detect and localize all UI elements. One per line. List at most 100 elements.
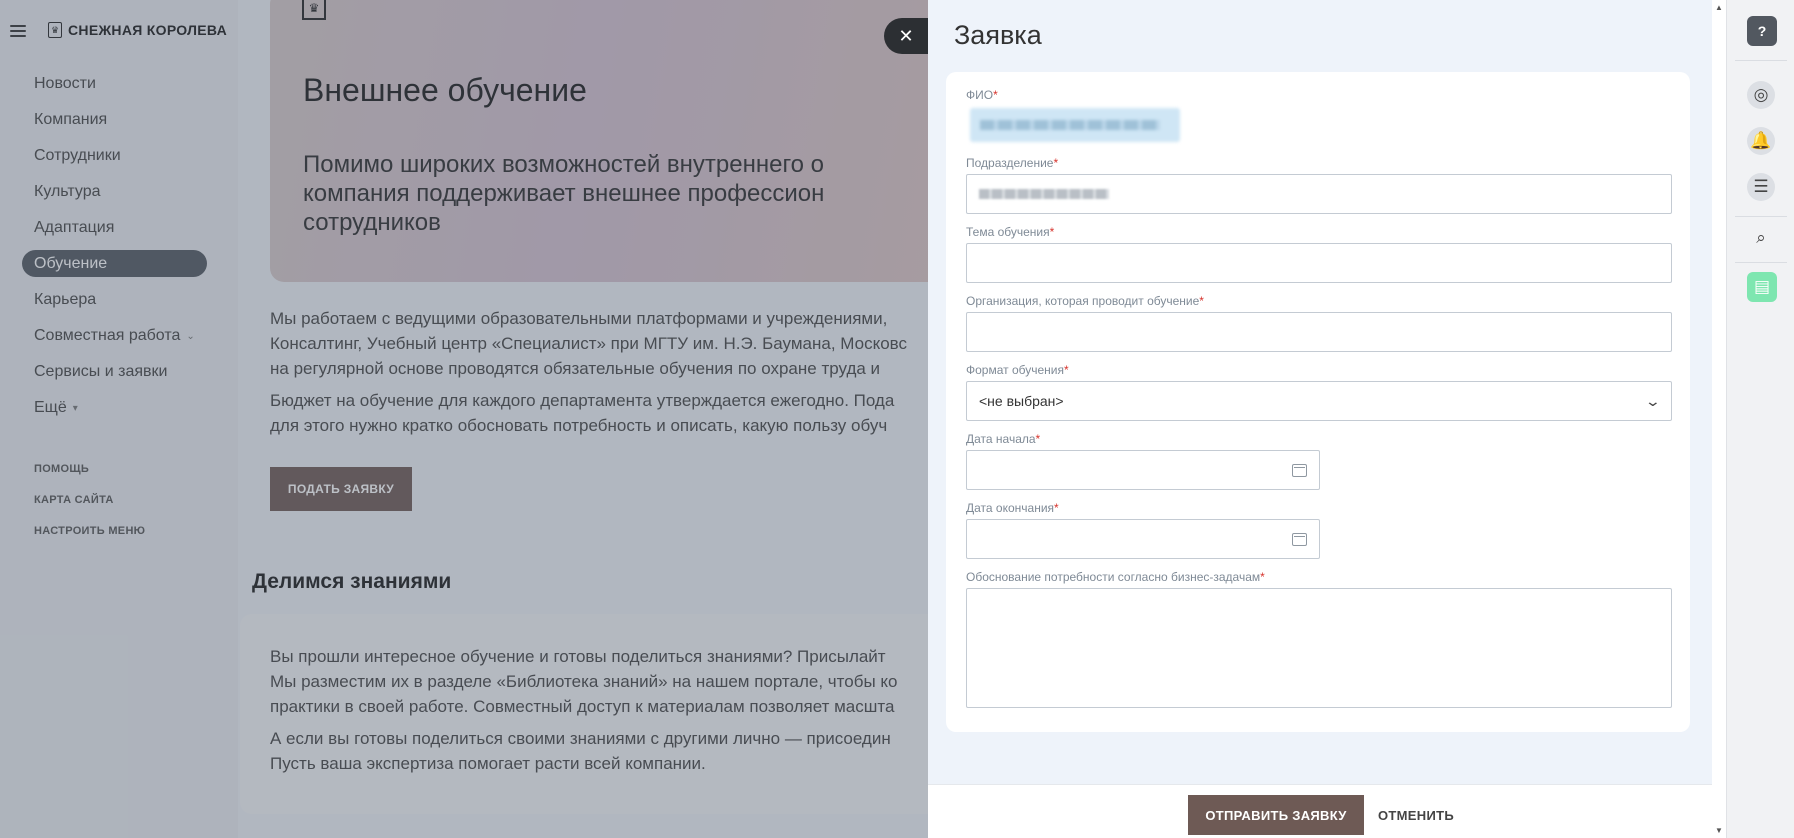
secondary-menu: ПОМОЩЬ КАРТА САЙТА НАСТРОИТЬ МЕНЮ [34, 453, 145, 546]
paragraph-join: А если вы готовы поделиться своими знани… [270, 726, 928, 776]
nav-item-collaboration[interactable]: Совместная работа ⌄ [22, 318, 207, 354]
nav-help[interactable]: ПОМОЩЬ [34, 453, 145, 484]
close-icon: ✕ [898, 25, 914, 46]
field-label-text: Обоснование потребности согласно бизнес-… [966, 570, 1261, 584]
bell-icon[interactable]: 🔔 [1747, 127, 1775, 155]
chevron-down-icon: ⌄ [186, 330, 195, 342]
chevron-down-icon: ⌄ [1644, 392, 1662, 409]
brand-logo[interactable]: ♛ СНЕЖНАЯ КОРОЛЕВА [48, 22, 227, 38]
justification-textarea[interactable] [966, 588, 1672, 708]
field-label-text: ФИО [966, 88, 994, 102]
nav-item-employees[interactable]: Сотрудники [22, 138, 207, 174]
paragraph-budget: Бюджет на обучение для каждого департаме… [270, 388, 928, 438]
nav-item-culture[interactable]: Культура [22, 174, 207, 210]
topic-label: Тема обучения* [966, 225, 1054, 239]
panel-title: Заявка [954, 20, 1042, 50]
brand-name: СНЕЖНАЯ КОРОЛЕВА [68, 22, 227, 38]
calendar-icon[interactable] [1292, 532, 1307, 546]
left-navigation: ♛ СНЕЖНАЯ КОРОЛЕВА Новости Компания Сотр… [0, 0, 238, 838]
organization-label: Организация, которая проводит обучение* [966, 294, 1204, 308]
required-mark: * [1054, 501, 1059, 515]
required-mark: * [1064, 363, 1069, 377]
caret-down-icon: ▾ [72, 402, 78, 414]
field-label-text: Организация, которая проводит обучение [966, 294, 1200, 308]
help-icon[interactable]: ? [1747, 16, 1777, 46]
request-form: ФИО* Подразделение* Тема обучения* Орган… [946, 72, 1690, 732]
paragraph-line: на регулярной основе проводятся обязател… [270, 359, 881, 378]
department-label: Подразделение* [966, 156, 1058, 170]
right-toolbar: ? ◎ 🔔 ☰ ⌕ ▤ [1726, 0, 1794, 838]
organization-field[interactable] [966, 312, 1672, 352]
required-mark: * [1199, 294, 1204, 308]
format-select[interactable]: <не выбран> ⌄ [966, 381, 1672, 421]
department-field[interactable] [966, 174, 1672, 214]
hero-title: Внешнее обучение [303, 72, 587, 108]
fio-label: ФИО* [966, 88, 998, 102]
nav-sitemap[interactable]: КАРТА САЙТА [34, 484, 145, 515]
paragraph-share: Вы прошли интересное обучение и готовы п… [270, 644, 928, 719]
panel-footer: ОТПРАВИТЬ ЗАЯВКУ ОТМЕНИТЬ [928, 784, 1712, 838]
hero-subtitle-line: сотрудников [303, 209, 441, 236]
paragraph-line: Вы прошли интересное обучение и готовы п… [270, 647, 886, 666]
redacted-text [980, 120, 1160, 130]
nav-item-company[interactable]: Компания [22, 102, 207, 138]
hero-subtitle-line: Помимо широких возможностей внутреннего … [303, 151, 825, 178]
crown-icon: ♛ [302, 0, 326, 20]
paragraph-line: для этого нужно кратко обосновать потреб… [270, 416, 888, 435]
hero-subtitle-line: компания поддерживает внешнее профессион [303, 180, 825, 207]
field-label-text: Дата окончания [966, 501, 1055, 515]
format-label: Формат обучения* [966, 363, 1069, 377]
nav-item-adaptation[interactable]: Адаптация [22, 210, 207, 246]
justification-label: Обоснование потребности согласно бизнес-… [966, 570, 1265, 584]
topic-field[interactable] [966, 243, 1672, 283]
knowledge-card: Вы прошли интересное обучение и готовы п… [240, 614, 928, 814]
paragraph-line: Мы разместим их в разделе «Библиотека зн… [270, 672, 898, 691]
end-date-field[interactable] [966, 519, 1320, 559]
menu-icon[interactable] [10, 25, 26, 37]
field-label-text: Формат обучения [966, 363, 1064, 377]
copilot-icon[interactable]: ◎ [1747, 81, 1775, 109]
start-date-label: Дата начала* [966, 432, 1040, 446]
nav-configure-menu[interactable]: НАСТРОИТЬ МЕНЮ [34, 515, 145, 546]
required-mark: * [1260, 570, 1265, 584]
field-label-text: Дата начала [966, 432, 1036, 446]
submit-button[interactable]: ОТПРАВИТЬ ЗАЯВКУ [1188, 795, 1364, 835]
redacted-text [979, 189, 1109, 199]
chat-icon[interactable]: ☰ [1747, 173, 1775, 201]
notes-icon[interactable]: ▤ [1747, 272, 1777, 302]
fio-value-redacted [970, 108, 1180, 142]
main-menu: Новости Компания Сотрудники Культура Ада… [22, 66, 207, 426]
format-selected-value: <не выбран> [979, 393, 1064, 409]
start-date-field[interactable] [966, 450, 1320, 490]
paragraph-line: Мы работаем с ведущими образовательными … [270, 309, 888, 328]
nav-item-news[interactable]: Новости [22, 66, 207, 102]
nav-item-services[interactable]: Сервисы и заявки [22, 354, 207, 390]
crown-icon: ♛ [48, 22, 62, 38]
panel-scrollbar[interactable]: ▲ ▼ [1712, 0, 1726, 838]
apply-button[interactable]: ПОДАТЬ ЗАЯВКУ [270, 467, 412, 511]
calendar-icon[interactable] [1292, 463, 1307, 477]
nav-item-career[interactable]: Карьера [22, 282, 207, 318]
page-content: ♛ Внешнее обучение Помимо широких возмож… [238, 0, 928, 838]
paragraph-line: А если вы готовы поделиться своими знани… [270, 729, 891, 748]
toolbar-divider [1735, 216, 1787, 217]
end-date-label: Дата окончания* [966, 501, 1059, 515]
cancel-button[interactable]: ОТМЕНИТЬ [1378, 795, 1454, 835]
close-panel-button[interactable]: ✕ [884, 18, 930, 54]
field-label-text: Тема обучения [966, 225, 1050, 239]
paragraph-line: Бюджет на обучение для каждого департаме… [270, 391, 895, 410]
required-mark: * [1049, 225, 1055, 239]
nav-item-label: Ещё [34, 399, 67, 416]
nav-item-label: Совместная работа [34, 327, 181, 344]
scroll-down-icon[interactable]: ▼ [1715, 826, 1723, 835]
nav-item-training[interactable]: Обучение [22, 250, 207, 277]
hero-banner: ♛ Внешнее обучение Помимо широких возмож… [270, 0, 928, 282]
scroll-up-icon[interactable]: ▲ [1715, 3, 1723, 12]
section-title: Делимся знаниями [252, 570, 452, 593]
paragraph-partners: Мы работаем с ведущими образовательными … [270, 306, 928, 381]
toolbar-divider [1735, 262, 1787, 263]
paragraph-line: Консалтинг, Учебный центр «Специалист» п… [270, 334, 907, 353]
required-mark: * [1053, 156, 1059, 170]
nav-item-more[interactable]: Ещё ▾ [22, 390, 207, 426]
search-icon[interactable]: ⌕ [1747, 224, 1775, 252]
